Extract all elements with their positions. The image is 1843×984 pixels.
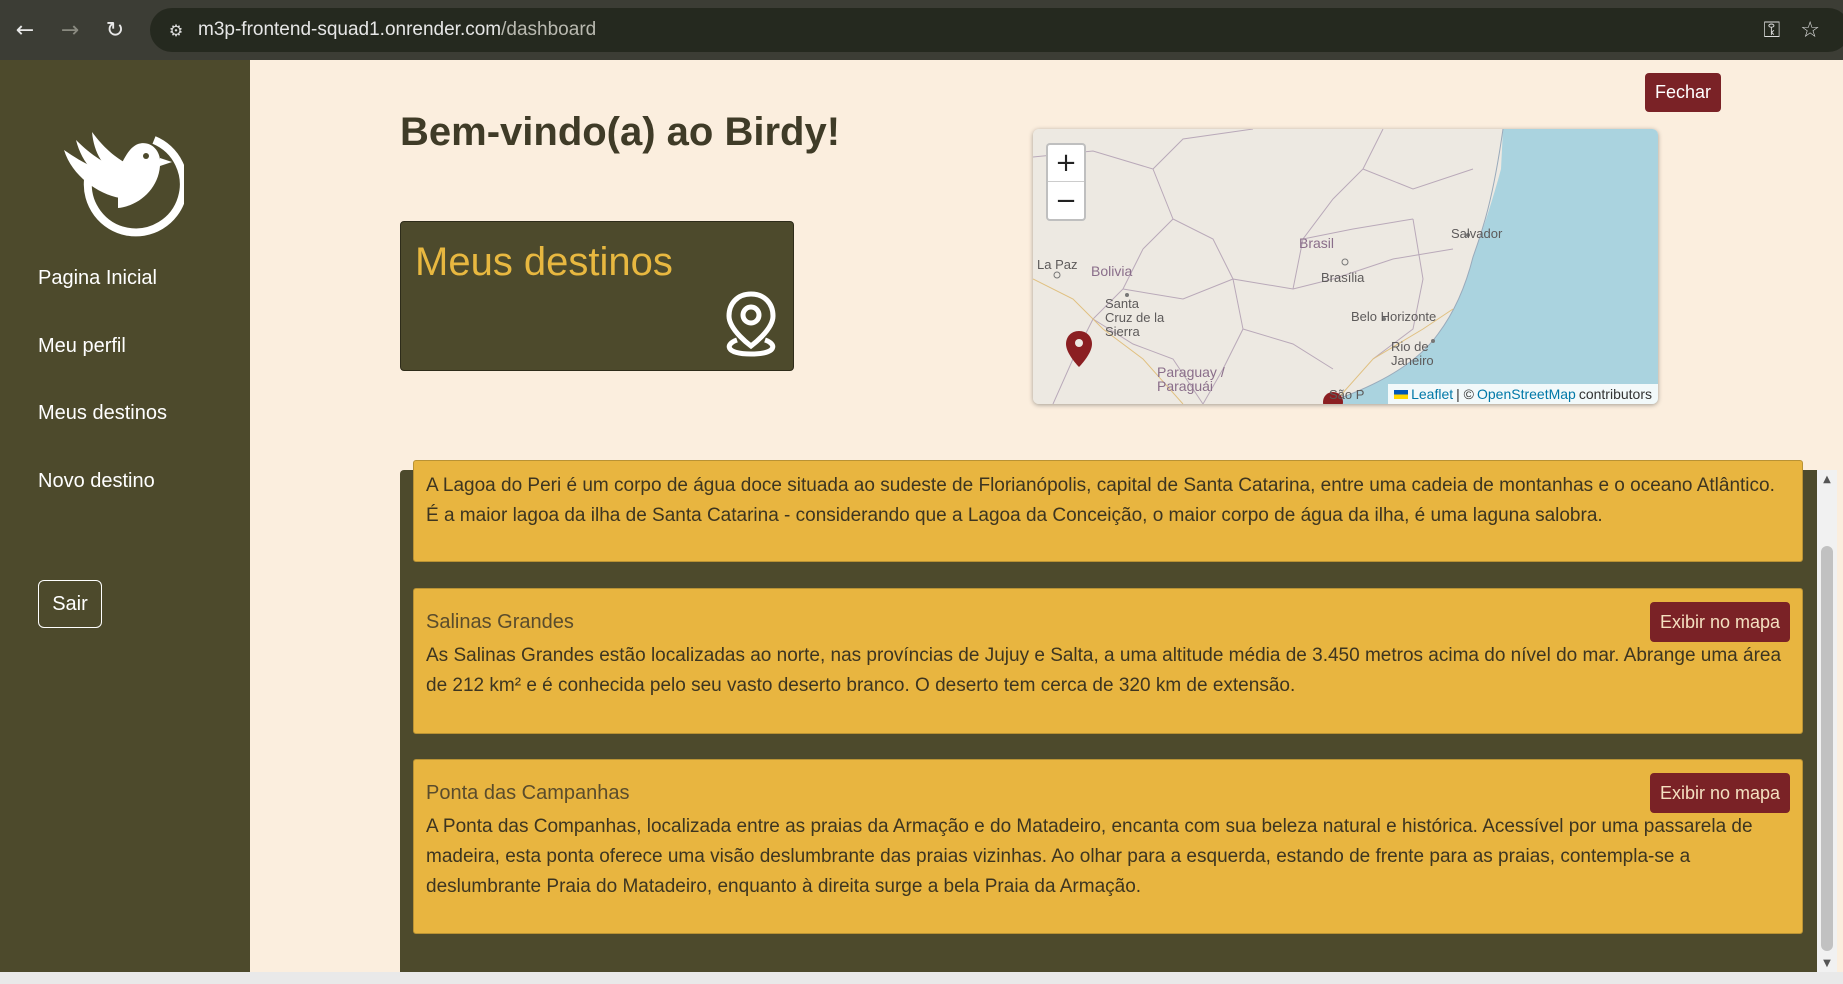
sidebar-item-my-destinations[interactable]: Meus destinos	[38, 402, 167, 425]
destination-description: As Salinas Grandes estão localizadas ao …	[426, 645, 1782, 696]
forward-icon[interactable]: →	[50, 10, 90, 50]
destination-description: A Ponta das Companhas, localizada entre …	[426, 816, 1753, 897]
bookmark-star-icon[interactable]: ☆	[1800, 18, 1820, 43]
list-scrollbar[interactable]: ▲ ▼	[1817, 470, 1837, 972]
location-pin-icon	[726, 291, 776, 357]
map-label-santa-cruz: Santa Cruz de la Sierra	[1105, 296, 1165, 339]
zoom-out-button[interactable]: −	[1048, 182, 1084, 219]
destinations-list[interactable]: A Lagoa do Peri é um corpo de água doce …	[400, 460, 1817, 972]
attribution-separator: | ©	[1456, 386, 1474, 402]
sidebar-item-new-destination[interactable]: Novo destino	[38, 470, 155, 493]
map-label-brasilia: Brasília	[1321, 270, 1365, 285]
scroll-up-icon[interactable]: ▲	[1817, 470, 1837, 488]
ukraine-flag-icon	[1394, 389, 1409, 399]
birdy-logo-icon	[64, 132, 184, 237]
attribution-contributors: contributors	[1578, 386, 1652, 402]
url-host: m3p-frontend-squad1.onrender.com	[198, 19, 502, 40]
close-button[interactable]: Fechar	[1645, 73, 1721, 112]
map-label-brasil: Brasil	[1299, 235, 1335, 251]
show-on-map-button[interactable]: Exibir no mapa	[1650, 773, 1790, 813]
back-icon[interactable]: ←	[5, 10, 45, 50]
map-label-belo-horizonte: Belo Horizonte	[1351, 309, 1437, 324]
leaflet-link[interactable]: Leaflet	[1411, 386, 1453, 402]
reload-icon[interactable]: ↻	[95, 10, 135, 50]
url-text[interactable]: m3p-frontend-squad1.onrender.com/dashboa…	[198, 19, 596, 41]
destination-description: A Lagoa do Peri é um corpo de água doce …	[426, 475, 1775, 526]
map-label-la-paz: La Paz	[1037, 257, 1078, 272]
zoom-control: + −	[1046, 143, 1086, 221]
card-label: Meus destinos	[415, 240, 673, 284]
list-item: Salinas Grandes Exibir no mapa As Salina…	[413, 588, 1803, 734]
logout-button[interactable]: Sair	[38, 580, 102, 628]
sidebar-item-home[interactable]: Pagina Inicial	[38, 267, 157, 290]
map-label-paraguay: Paraguay / Paraguái	[1157, 364, 1225, 394]
sidebar: Pagina Inicial Meu perfil Meus destinos …	[0, 60, 250, 972]
map-label-rio: Rio de Janeiro	[1391, 339, 1434, 368]
site-settings-icon[interactable]: ⚙	[164, 18, 188, 42]
my-destinations-card[interactable]: Meus destinos	[400, 221, 794, 371]
address-bar[interactable]: ⚙ m3p-frontend-squad1.onrender.com/dashb…	[150, 8, 1843, 52]
map-label-salvador: Salvador	[1451, 226, 1503, 241]
url-path: /dashboard	[501, 19, 597, 40]
osm-link[interactable]: OpenStreetMap	[1477, 386, 1576, 402]
scroll-down-icon[interactable]: ▼	[1817, 954, 1837, 972]
page-title: Bem-vindo(a) ao Birdy!	[400, 110, 841, 154]
show-on-map-button[interactable]: Exibir no mapa	[1650, 602, 1790, 642]
bottom-strip	[0, 972, 1843, 984]
destination-name: Salinas Grandes	[426, 611, 574, 633]
password-key-icon[interactable]: ⚿	[1764, 18, 1781, 43]
zoom-in-button[interactable]: +	[1048, 145, 1084, 182]
map-attribution: Leaflet | © OpenStreetMap contributors	[1388, 384, 1658, 404]
map-label-bolivia: Bolivia	[1091, 263, 1133, 279]
map-label-sao-paulo: São P	[1329, 387, 1365, 402]
browser-toolbar: ← → ↻ ⚙ m3p-frontend-squad1.onrender.com…	[0, 0, 1843, 60]
scrollbar-thumb[interactable]	[1821, 546, 1833, 951]
list-item: Ponta das Campanhas Exibir no mapa A Pon…	[413, 759, 1803, 934]
list-item: A Lagoa do Peri é um corpo de água doce …	[413, 460, 1803, 562]
destination-name: Ponta das Campanhas	[426, 782, 630, 804]
destinations-map[interactable]: + − La Paz Bolivia Brasil Brasília Salva…	[1033, 129, 1658, 404]
map-marker-icon[interactable]	[1065, 330, 1093, 368]
sidebar-item-profile[interactable]: Meu perfil	[38, 335, 126, 358]
